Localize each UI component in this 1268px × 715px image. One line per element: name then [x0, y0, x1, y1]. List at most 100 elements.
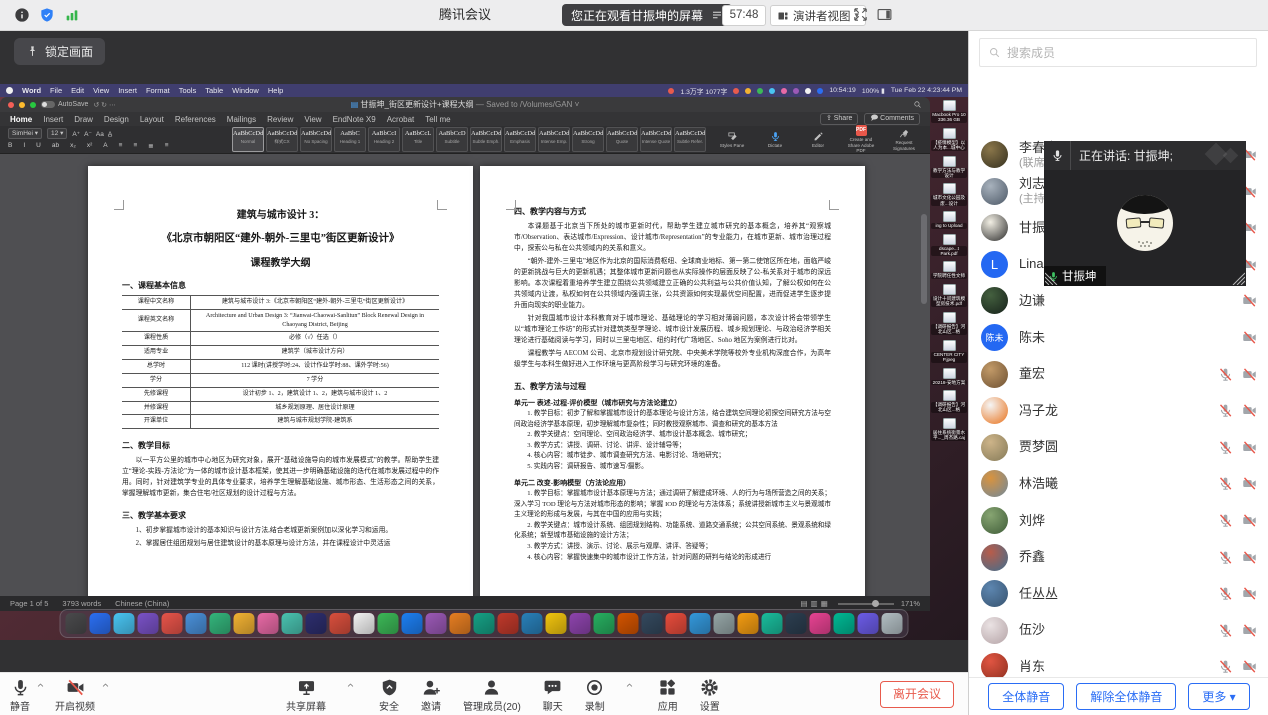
desktop-file[interactable]: ing to Upload	[931, 211, 967, 228]
dock-app-icon[interactable]	[426, 613, 447, 634]
camera-muted-icon[interactable]	[1242, 586, 1257, 601]
word-tab-12[interactable]: Tell me	[425, 115, 450, 124]
dock-app-icon[interactable]	[450, 613, 471, 634]
mute-all-button[interactable]: 全体静音	[988, 683, 1064, 710]
dock-app-icon[interactable]	[594, 613, 615, 634]
camera-muted-icon[interactable]	[1242, 440, 1257, 455]
mac-menu-item[interactable]: Window	[232, 86, 259, 95]
member-row[interactable]: 贾梦圆	[969, 429, 1268, 466]
style-option[interactable]: AaBbCcIHeading 2	[368, 127, 400, 152]
member-row[interactable]: 乔鑫	[969, 539, 1268, 576]
speaker-video-preview[interactable]: 甘振坤	[1044, 170, 1246, 286]
toolbar-mon[interactable]: 共享屏幕	[286, 677, 326, 713]
dock-app-icon[interactable]	[330, 613, 351, 634]
word-tab-4[interactable]: Design	[104, 115, 129, 124]
mic-muted-icon[interactable]	[1218, 550, 1233, 565]
style-option[interactable]: AaBbCcDdEeQuote	[606, 127, 638, 152]
resize-handle[interactable]	[1045, 272, 1058, 285]
chevron-up-icon[interactable]	[625, 681, 634, 690]
toolbar-apps[interactable]: 应用	[658, 677, 678, 713]
dock-app-icon[interactable]	[690, 613, 711, 634]
dock-app-icon[interactable]	[282, 613, 303, 634]
desktop-file[interactable]: 学院聘任性文师	[931, 261, 967, 278]
camera-muted-icon[interactable]	[1242, 293, 1257, 308]
desktop-file[interactable]: 20218-安地方案	[931, 368, 967, 385]
dock-app-icon[interactable]	[714, 613, 735, 634]
desktop-file[interactable]: 【疫情模型】以人为本...城中心	[931, 128, 967, 151]
word-tab-8[interactable]: Review	[267, 115, 293, 124]
font-name-select[interactable]: SimHei ▾	[8, 128, 42, 139]
format-button[interactable]: ≣	[148, 142, 153, 150]
camera-muted-icon[interactable]	[1242, 403, 1257, 418]
member-row[interactable]: 任丛丛	[969, 575, 1268, 612]
camera-muted-icon[interactable]	[1242, 659, 1257, 674]
mac-menu-item[interactable]: Word	[22, 86, 41, 95]
mac-menu-item[interactable]: File	[50, 86, 62, 95]
dock-app-icon[interactable]	[618, 613, 639, 634]
desktop-file[interactable]: 设计十问建筑模型房技术.pdf	[931, 284, 967, 307]
word-tab-2[interactable]: Insert	[43, 115, 63, 124]
view-icons[interactable]: ▤▥▦	[801, 599, 831, 608]
dock-app-icon[interactable]	[666, 613, 687, 634]
word-tab-9[interactable]: View	[304, 115, 321, 124]
format-button[interactable]: B	[8, 142, 12, 149]
camera-muted-icon[interactable]	[1242, 623, 1257, 638]
member-row[interactable]: 陈未陈未	[969, 319, 1268, 356]
mic-muted-icon[interactable]	[1218, 623, 1233, 638]
ribbon-tool[interactable]: PDFCreate and Share Adobe PDF	[843, 125, 879, 153]
font-size-select[interactable]: 12 ▾	[47, 128, 67, 139]
format-button[interactable]: A̲	[108, 131, 112, 138]
style-option[interactable]: AaBbCcDdEe样式CX	[266, 127, 298, 152]
camera-muted-icon[interactable]	[1242, 513, 1257, 528]
dock-app-icon[interactable]	[834, 613, 855, 634]
dock-app-icon[interactable]	[402, 613, 423, 634]
word-count[interactable]: 3793 words	[62, 599, 101, 608]
camera-muted-icon[interactable]	[1242, 367, 1257, 382]
word-tab-6[interactable]: References	[175, 115, 216, 124]
format-button[interactable]: Aa	[96, 131, 104, 138]
format-button[interactable]: I	[23, 142, 25, 149]
format-button[interactable]: x₂	[70, 142, 76, 149]
toolbar-person[interactable]: 管理成员(20)	[463, 677, 521, 713]
toolbar-gear[interactable]: 设置	[700, 677, 720, 713]
dock-app-icon[interactable]	[546, 613, 567, 634]
mic-muted-icon[interactable]	[1218, 403, 1233, 418]
dock-app-icon[interactable]	[762, 613, 783, 634]
toolbar-padd[interactable]: 邀请	[421, 677, 441, 713]
toolbar-chat[interactable]: 聊天	[543, 677, 563, 713]
style-option[interactable]: AaBbCHeading 1	[334, 127, 366, 152]
style-option[interactable]: AaBbCcDdEeIntense Quote	[640, 127, 672, 152]
mac-menu-item[interactable]: Tools	[179, 86, 197, 95]
signal-strength-icon[interactable]	[64, 7, 80, 23]
dock-app-icon[interactable]	[786, 613, 807, 634]
desktop-file[interactable]: Macbook Pro 10 336.36 GB	[931, 100, 967, 123]
mac-menu-item[interactable]: Table	[205, 86, 223, 95]
style-option[interactable]: AaBbCcDdEeIntense Emp.	[538, 127, 570, 152]
style-option[interactable]: AaBbCcDdEeNormal	[232, 127, 264, 152]
style-option[interactable]: AaBbCcDSubtitle	[436, 127, 468, 152]
dock-app-icon[interactable]	[498, 613, 519, 634]
format-button[interactable]: U	[36, 142, 41, 149]
desktop-file[interactable]: 【调研报告】河北山区...格局-1.pdf	[931, 312, 967, 335]
member-row[interactable]: 边谦	[969, 282, 1268, 319]
member-row[interactable]: 冯子龙	[969, 392, 1268, 429]
format-button[interactable]: ab	[52, 142, 59, 149]
mac-menu-item[interactable]: View	[93, 86, 109, 95]
style-option[interactable]: AaBbCcDdEeEmphasis	[504, 127, 536, 152]
toolbar-rec[interactable]: 录制	[585, 677, 605, 713]
dock-app-icon[interactable]	[162, 613, 183, 634]
mac-menu-item[interactable]: Edit	[71, 86, 84, 95]
dock-app-icon[interactable]	[90, 613, 111, 634]
dock-app-icon[interactable]	[378, 613, 399, 634]
dock-app-icon[interactable]	[138, 613, 159, 634]
dock-app-icon[interactable]	[882, 613, 903, 634]
member-row[interactable]: 林浩曦	[969, 465, 1268, 502]
mic-muted-icon[interactable]	[1218, 440, 1233, 455]
speaking-overlay[interactable]: 正在讲话: 甘振坤; 甘振坤	[1044, 141, 1246, 286]
dock-app-icon[interactable]	[114, 613, 135, 634]
ribbon-tool[interactable]: Editor	[800, 131, 836, 148]
word-tab-3[interactable]: Draw	[74, 115, 93, 124]
member-row[interactable]: 伍沙	[969, 612, 1268, 649]
dock-app-icon[interactable]	[474, 613, 495, 634]
leave-meeting-button[interactable]: 离开会议	[880, 681, 954, 708]
